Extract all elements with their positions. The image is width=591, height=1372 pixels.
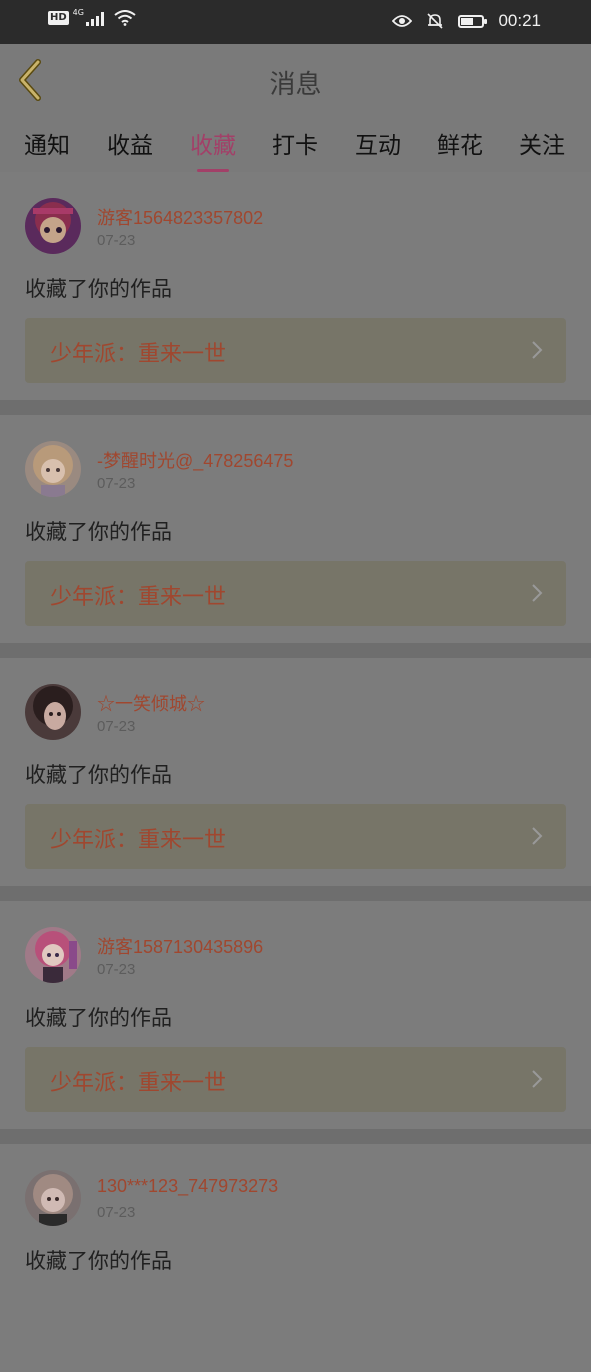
message-text: 收藏了你的作品 xyxy=(25,1249,172,1273)
signal-icon xyxy=(85,10,104,26)
chevron-right-icon xyxy=(532,1070,543,1088)
tab-flowers[interactable]: 鲜花 xyxy=(437,126,483,160)
divider xyxy=(0,400,591,415)
message-date: 07-23 xyxy=(97,1204,136,1221)
wifi-icon xyxy=(114,10,136,26)
bell-off-icon xyxy=(427,13,444,29)
avatar[interactable] xyxy=(25,684,81,740)
message-list: 游客1564823357802 07-23 收藏了你的作品 少年派：重来一世 -… xyxy=(0,172,591,1372)
work-title: 少年派：重来一世 xyxy=(50,585,227,610)
divider xyxy=(0,1129,591,1144)
top-nav: 消息 xyxy=(0,44,591,118)
clock: 00:21 xyxy=(498,11,541,30)
list-item: ☆一笑倾城☆ 07-23 收藏了你的作品 少年派：重来一世 xyxy=(0,658,591,886)
work-link[interactable]: 少年派：重来一世 xyxy=(25,561,566,626)
username-link[interactable]: -梦醒时光@_478256475 xyxy=(97,447,293,473)
page-title: 消息 xyxy=(269,70,322,100)
message-text: 收藏了你的作品 xyxy=(25,520,172,544)
work-link[interactable]: 少年派：重来一世 xyxy=(25,804,566,869)
network-type: 4G xyxy=(72,7,84,17)
avatar[interactable] xyxy=(25,1170,81,1226)
list-item: -梦醒时光@_478256475 07-23 收藏了你的作品 少年派：重来一世 xyxy=(0,415,591,643)
battery-icon xyxy=(458,14,488,28)
tab-bar: 通知 收益 收藏 打卡 互动 鲜花 关注 xyxy=(0,118,591,172)
message-text: 收藏了你的作品 xyxy=(25,1006,172,1030)
divider xyxy=(0,886,591,901)
status-bar: HD 4G 00:21 xyxy=(0,0,591,44)
divider xyxy=(0,643,591,658)
list-item: 游客1587130435896 07-23 收藏了你的作品 少年派：重来一世 xyxy=(0,901,591,1129)
message-date: 07-23 xyxy=(97,961,136,978)
username-link[interactable]: ☆一笑倾城☆ xyxy=(97,690,205,716)
list-item: 130***123_747973273 07-23 收藏了你的作品 xyxy=(0,1144,591,1372)
message-date: 07-23 xyxy=(97,475,136,492)
tab-notice[interactable]: 通知 xyxy=(24,126,70,160)
list-item: 游客1564823357802 07-23 收藏了你的作品 少年派：重来一世 xyxy=(0,172,591,400)
work-link[interactable]: 少年派：重来一世 xyxy=(25,318,566,383)
work-title: 少年派：重来一世 xyxy=(50,342,227,367)
avatar[interactable] xyxy=(25,927,81,983)
eye-icon xyxy=(392,15,413,27)
username-link[interactable]: 游客1587130435896 xyxy=(97,933,263,959)
tab-interaction[interactable]: 互动 xyxy=(355,126,401,160)
status-right: 00:21 xyxy=(392,11,541,31)
status-left: HD 4G xyxy=(48,7,136,26)
chevron-right-icon xyxy=(532,827,543,845)
avatar[interactable] xyxy=(25,198,81,254)
tab-checkin[interactable]: 打卡 xyxy=(272,126,318,160)
message-text: 收藏了你的作品 xyxy=(25,277,172,301)
avatar[interactable] xyxy=(25,441,81,497)
chevron-right-icon xyxy=(532,584,543,602)
message-date: 07-23 xyxy=(97,232,136,249)
message-date: 07-23 xyxy=(97,718,136,735)
work-title: 少年派：重来一世 xyxy=(50,1071,227,1096)
tab-follow[interactable]: 关注 xyxy=(519,126,565,160)
work-title: 少年派：重来一世 xyxy=(50,828,227,853)
chevron-right-icon xyxy=(532,341,543,359)
message-text: 收藏了你的作品 xyxy=(25,763,172,787)
username-link[interactable]: 130***123_747973273 xyxy=(97,1176,278,1197)
work-link[interactable]: 少年派：重来一世 xyxy=(25,1047,566,1112)
username-link[interactable]: 游客1564823357802 xyxy=(97,204,263,230)
tab-favorites[interactable]: 收藏 xyxy=(190,126,236,172)
hd-badge: HD xyxy=(48,11,69,25)
tab-earnings[interactable]: 收益 xyxy=(107,126,153,160)
